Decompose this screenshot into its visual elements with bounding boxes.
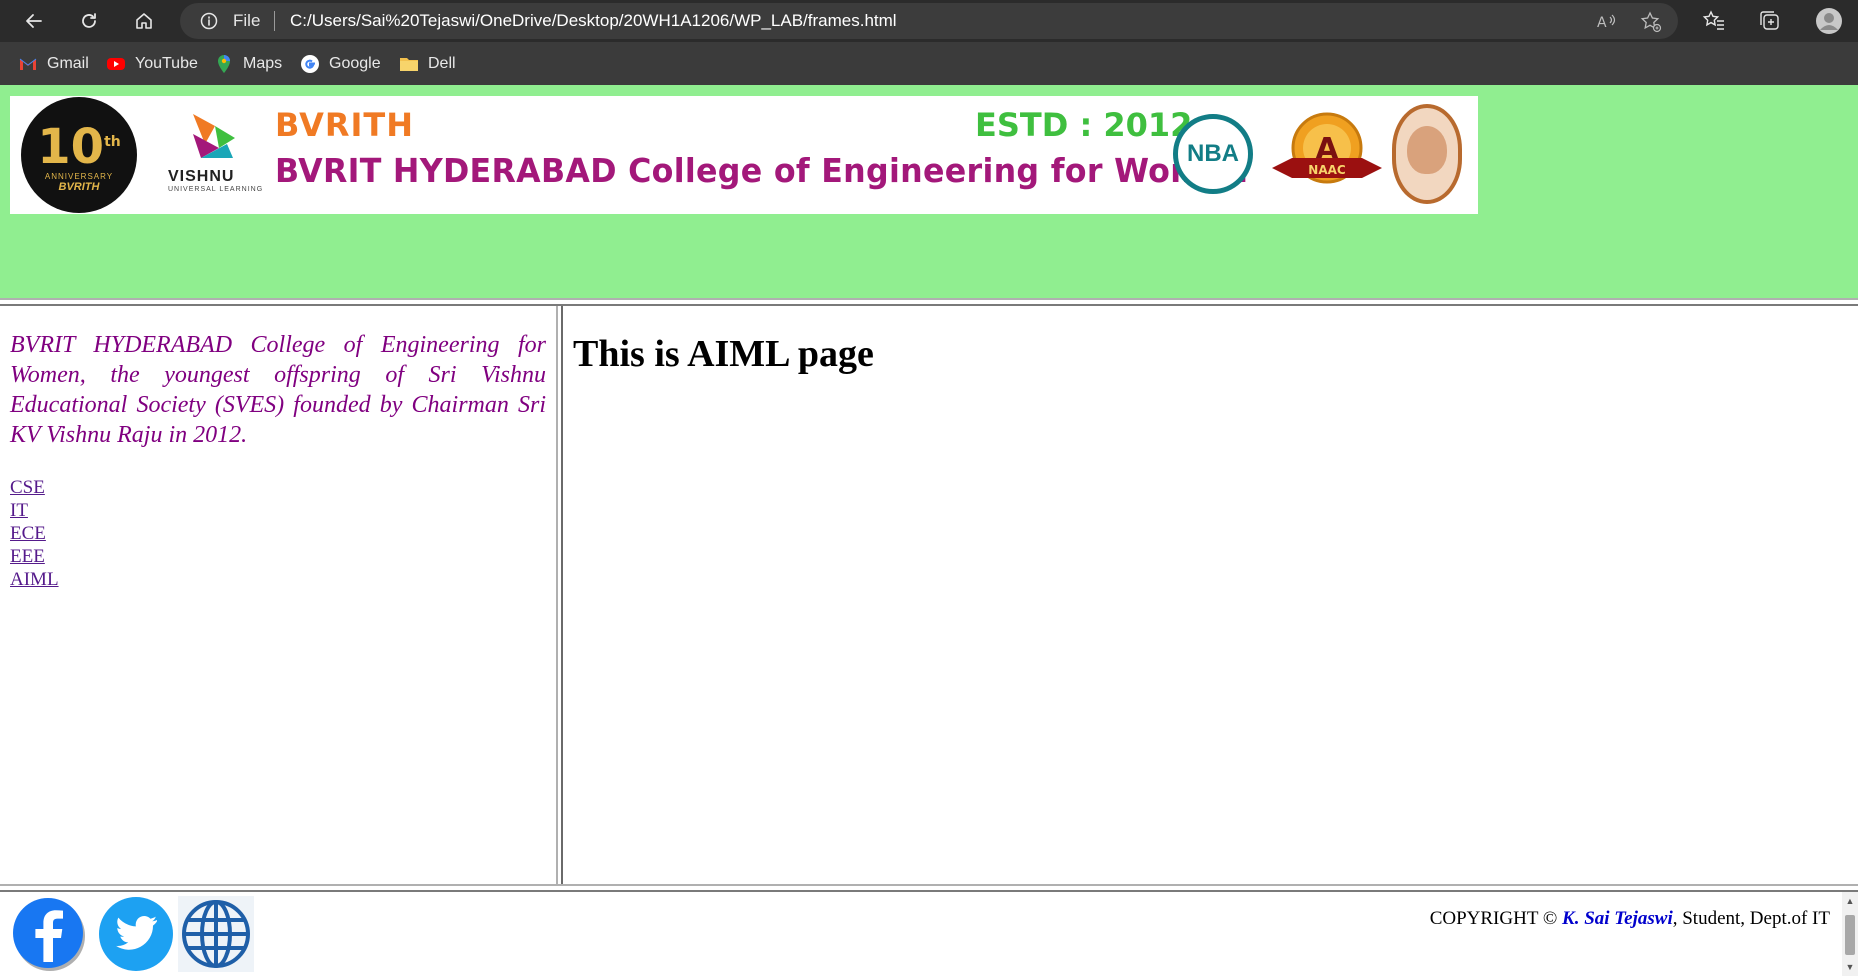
bookmark-youtube[interactable]: YouTube [106, 53, 198, 75]
anniversary-line: ANNIVERSARY [44, 172, 114, 181]
home-icon [136, 13, 152, 29]
scroll-down-arrow-icon[interactable]: ▼ [1845, 962, 1855, 972]
college-short-name: BVRITH [275, 106, 415, 144]
frame-border-top[interactable] [0, 298, 1858, 306]
scroll-up-arrow-icon[interactable]: ▲ [1845, 896, 1855, 906]
right-frame: This is AIML page [563, 306, 1858, 884]
link-cse[interactable]: CSE [10, 476, 59, 499]
url-text[interactable]: C:/Users/Sai%20Tejaswi/OneDrive/Desktop/… [290, 11, 897, 31]
scroll-thumb[interactable] [1845, 915, 1855, 955]
bookmarks-bar: Gmail YouTube Maps Google Dell [0, 42, 1858, 85]
back-arrow-icon [26, 14, 42, 28]
bookmark-label: Google [329, 55, 381, 72]
youtube-icon [107, 58, 125, 70]
bookmark-label: Dell [428, 55, 456, 72]
bookmark-google[interactable]: Google [300, 53, 381, 75]
left-frame: BVRIT HYDERABAD College of Engineering f… [0, 306, 556, 884]
home-button[interactable] [128, 5, 160, 37]
google-icon [301, 55, 319, 73]
portrait-face [1407, 126, 1447, 174]
maps-icon [218, 55, 230, 73]
browser-toolbar: File C:/Users/Sai%20Tejaswi/OneDrive/Des… [0, 0, 1858, 42]
profile-avatar-icon[interactable] [1815, 7, 1843, 35]
copyright-author: K. Sai Tejaswi [1562, 908, 1673, 929]
naac-badge-icon: A NAAC [1272, 112, 1382, 184]
bookmark-gmail[interactable]: Gmail [18, 53, 89, 75]
bottom-frame: COPYRIGHT © K. Sai Tejaswi, Student, Dep… [0, 892, 1858, 976]
svg-text:NAAC: NAAC [1308, 163, 1346, 177]
facebook-icon[interactable] [12, 896, 88, 972]
bookmark-label: Maps [243, 55, 283, 72]
address-bar[interactable]: File C:/Users/Sai%20Tejaswi/OneDrive/Des… [180, 3, 1678, 39]
bookmark-dell-folder[interactable]: Dell [399, 53, 456, 75]
chairman-portrait [1392, 104, 1462, 204]
collections-icon[interactable] [1758, 9, 1782, 33]
frame-border-vertical[interactable] [556, 306, 563, 884]
frame-border-bottom[interactable] [0, 884, 1858, 892]
anniversary-logo: 10th ANNIVERSARY BVRITH [21, 97, 137, 213]
link-aiml[interactable]: AIML [10, 568, 59, 591]
globe-icon[interactable] [178, 896, 254, 972]
nba-accreditation-badge: NBA [1173, 114, 1253, 194]
vishnu-tagline: UNIVERSAL LEARNING [168, 186, 264, 193]
bookmark-label: Gmail [47, 55, 89, 72]
vishnu-name: VISHNU [168, 168, 235, 185]
back-button[interactable] [18, 5, 50, 37]
copyright-prefix: COPYRIGHT © [1429, 908, 1563, 929]
favorites-icon[interactable] [1702, 9, 1726, 33]
twitter-icon[interactable] [98, 896, 174, 972]
info-icon[interactable] [200, 12, 218, 30]
anniversary-name: BVRITH [58, 181, 100, 193]
refresh-icon [82, 13, 96, 28]
top-frame: 10th ANNIVERSARY BVRITH VISHNU UNIVERSAL… [0, 85, 1858, 298]
college-intro-text: BVRIT HYDERABAD College of Engineering f… [10, 332, 546, 448]
link-ece[interactable]: ECE [10, 522, 59, 545]
file-scheme-label: File [233, 11, 261, 30]
college-full-name: BVRIT HYDERABAD College of Engineering f… [275, 151, 1249, 190]
link-it[interactable]: IT [10, 499, 59, 522]
read-aloud-icon[interactable]: A [1595, 11, 1617, 33]
browser-chrome: File C:/Users/Sai%20Tejaswi/OneDrive/Des… [0, 0, 1858, 85]
college-banner: 10th ANNIVERSARY BVRITH VISHNU UNIVERSAL… [10, 96, 1478, 214]
footer-scrollbar[interactable]: ▲ ▼ [1842, 892, 1858, 976]
established-year: ESTD : 2012 [975, 106, 1193, 144]
svg-text:A: A [1597, 15, 1607, 31]
gmail-icon [19, 58, 37, 70]
bookmark-maps[interactable]: Maps [214, 53, 282, 75]
refresh-button[interactable] [73, 5, 105, 37]
copyright-notice: COPYRIGHT © K. Sai Tejaswi, Student, Dep… [1430, 908, 1830, 930]
anniversary-number: 10th [37, 119, 121, 175]
department-links: CSE IT ECE EEE AIML [10, 476, 59, 591]
folder-icon [400, 58, 418, 71]
copyright-suffix: , Student, Dept.of IT [1672, 908, 1830, 929]
page-heading: This is AIML page [573, 333, 874, 375]
add-favorite-icon[interactable] [1640, 11, 1662, 33]
url-separator [274, 11, 275, 31]
link-eee[interactable]: EEE [10, 545, 59, 568]
bookmark-label: YouTube [135, 55, 198, 72]
